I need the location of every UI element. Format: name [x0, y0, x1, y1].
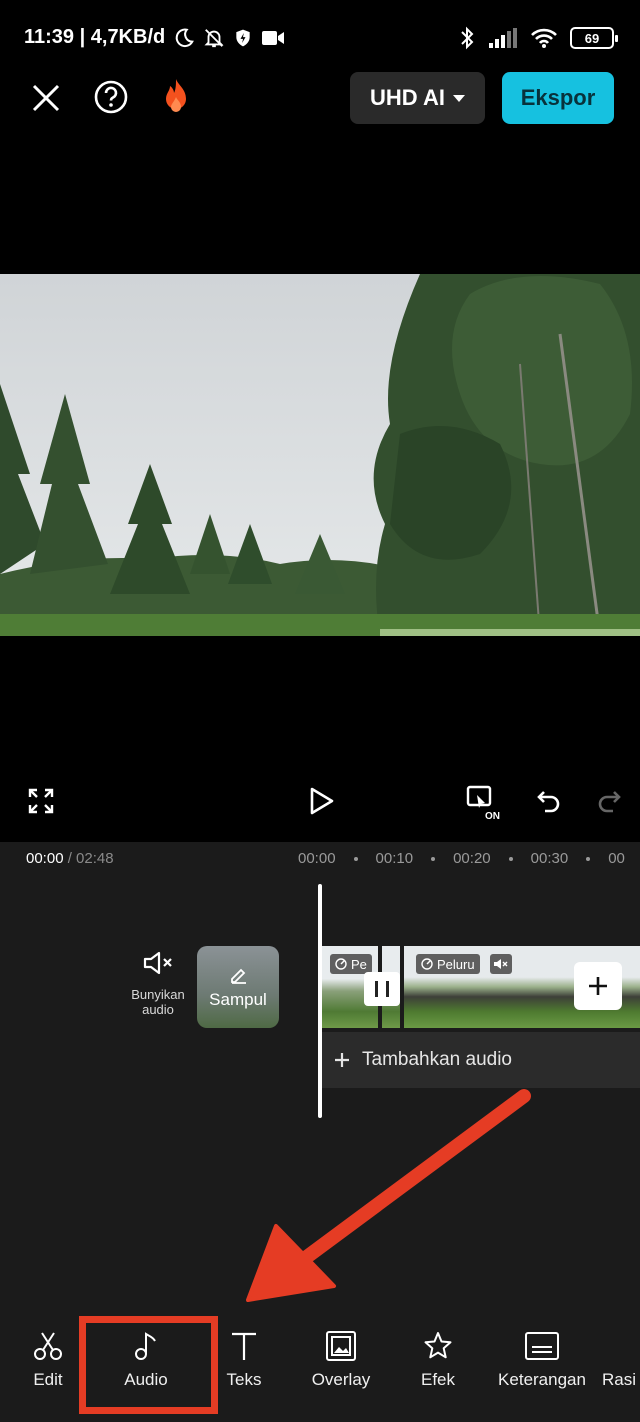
redo-icon: [598, 791, 621, 813]
speed-tag-label: Pe: [351, 956, 367, 972]
clip-mute-tag: [490, 954, 512, 974]
preview-frame: [0, 274, 640, 636]
clip-mute-icon: [494, 959, 508, 969]
svg-text:ON: ON: [485, 811, 500, 821]
caption-icon: [525, 1332, 559, 1360]
help-button[interactable]: [90, 76, 132, 118]
timeline: 00:00 / 02:48 00:00 00:10 00:20 00:30 00…: [0, 842, 640, 1312]
playback-controls: ON: [0, 770, 640, 834]
status-bar: 11:39 | 4,7KB/d 69: [0, 0, 640, 78]
speed-tag: Peluru: [416, 954, 480, 974]
ratio-icon: [602, 1330, 634, 1362]
tool-label: Rasi: [602, 1370, 637, 1389]
add-clip-button[interactable]: [574, 962, 622, 1010]
video-preview[interactable]: [0, 274, 640, 636]
ruler-mark: 00:30: [530, 850, 569, 867]
status-left: 11:39 | 4,7KB/d: [24, 26, 285, 49]
pro-fire-button[interactable]: [156, 74, 196, 118]
tool-text[interactable]: Teks: [222, 1330, 266, 1390]
screen-on-icon: ON: [466, 785, 500, 821]
ruler-dot: [353, 856, 358, 861]
overlay-icon: [326, 1331, 356, 1361]
close-icon: [32, 84, 60, 112]
speed-icon: [421, 958, 433, 970]
star-effect-icon: [424, 1332, 452, 1359]
current-time: 00:00: [26, 850, 64, 867]
video-icon: [262, 30, 285, 45]
quality-selector[interactable]: UHD AI: [350, 72, 485, 124]
ruler-mark: 00:10: [375, 850, 414, 867]
export-button[interactable]: Ekspor: [502, 72, 614, 124]
mute-audio-label: Bunyikan audio: [131, 987, 185, 1017]
mute-audio-button[interactable]: Bunyikan audio: [126, 950, 190, 1017]
play-button[interactable]: [304, 784, 338, 818]
tool-overlay[interactable]: Overlay: [306, 1330, 376, 1390]
redo-button[interactable]: [594, 786, 624, 816]
speed-tag-label: Peluru: [437, 956, 475, 972]
transition-button[interactable]: [364, 972, 400, 1006]
plus-icon: [335, 1053, 349, 1067]
ruler-dot: [508, 856, 513, 861]
play-icon: [310, 787, 334, 815]
tool-label: Keterangan: [498, 1370, 586, 1389]
quality-label: UHD AI: [370, 85, 445, 110]
wifi-icon: [531, 28, 557, 48]
cover-button[interactable]: Sampul: [197, 946, 279, 1028]
tool-effects[interactable]: Efek: [414, 1330, 462, 1390]
close-button[interactable]: [26, 78, 66, 118]
keyframe-on-button[interactable]: ON: [464, 782, 506, 822]
tool-label: Efek: [420, 1370, 456, 1389]
highlight-box: [79, 1316, 218, 1414]
ruler-mark: 00:00: [298, 850, 336, 867]
transition-bar: [375, 981, 378, 997]
ruler-dot: [431, 856, 436, 861]
status-time: 11:39 | 4,7KB/d: [24, 26, 166, 48]
speaker-mute-icon: [143, 951, 172, 975]
time-ruler[interactable]: 00:00 00:10 00:20 00:30 00: [298, 850, 625, 867]
signal-icon: [489, 28, 517, 48]
plus-icon: [589, 977, 607, 995]
ruler-mark: 00:20: [453, 850, 491, 867]
transition-bar: [386, 981, 389, 997]
caret-down-icon: [452, 94, 465, 102]
fullscreen-button[interactable]: [26, 786, 56, 816]
add-audio-label: Tambahkan audio: [362, 1049, 512, 1070]
pencil-icon: [231, 968, 246, 984]
ruler-mark: 00: [608, 850, 625, 867]
add-audio-track[interactable]: Tambahkan audio: [322, 1032, 640, 1088]
speed-icon: [335, 958, 347, 970]
playhead[interactable]: [318, 884, 322, 1118]
text-icon: [232, 1332, 256, 1360]
bluetooth-icon: [461, 26, 474, 50]
undo-button[interactable]: [534, 786, 564, 816]
tool-ratio[interactable]: Rasi: [602, 1330, 640, 1390]
battery-indicator: 69: [570, 27, 618, 49]
tool-label: Teks: [226, 1370, 262, 1389]
fire-icon: [166, 79, 186, 112]
bell-off-icon: [204, 28, 224, 47]
fullscreen-icon: [28, 788, 54, 814]
tool-label: Edit: [33, 1370, 63, 1389]
ruler-dot: [586, 856, 591, 861]
tool-captions[interactable]: Keterangan: [492, 1330, 592, 1390]
status-right: 69: [458, 26, 618, 50]
tool-edit[interactable]: Edit: [28, 1330, 68, 1390]
undo-icon: [537, 791, 560, 813]
top-toolbar: UHD AI Ekspor: [0, 72, 640, 274]
tool-label: Overlay: [311, 1370, 371, 1389]
moon-icon: [175, 28, 195, 47]
shield-bolt-icon: [236, 29, 250, 46]
help-icon: [94, 80, 128, 114]
time-readout: 00:00 / 02:48: [26, 850, 114, 867]
scissors-icon: [34, 1332, 62, 1360]
total-time: / 02:48: [67, 850, 114, 867]
speed-tag: Pe: [330, 954, 372, 974]
battery-level: 69: [584, 30, 600, 46]
cover-label: Sampul: [209, 990, 267, 1009]
